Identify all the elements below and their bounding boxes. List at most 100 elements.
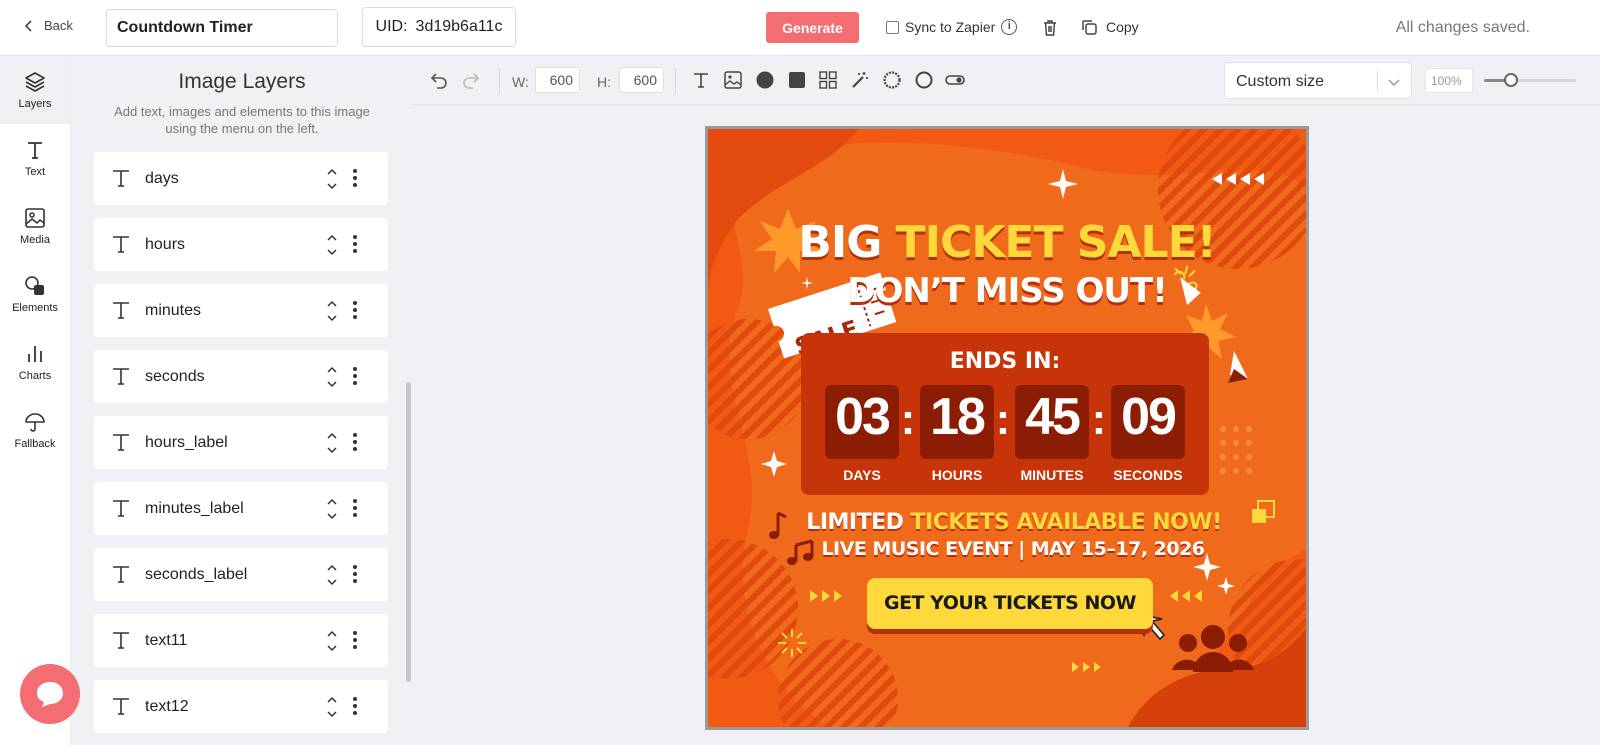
reorder-icon[interactable] (326, 628, 338, 654)
more-options-icon[interactable] (353, 300, 357, 320)
cta-button-text[interactable]: GET YOUR TICKETS NOW (867, 592, 1153, 614)
text-layer-icon (113, 170, 129, 187)
chat-button[interactable] (20, 664, 80, 724)
headline-white: BIG (798, 217, 896, 268)
panel-scrollbar[interactable] (406, 382, 411, 682)
more-options-icon[interactable] (353, 366, 357, 386)
umbrella-icon (25, 413, 45, 432)
minutes-label[interactable]: MINUTES (1007, 467, 1097, 483)
hours-value[interactable]: 18 (920, 387, 994, 447)
sync-checkbox[interactable] (886, 20, 899, 34)
add-text-icon[interactable] (691, 70, 711, 90)
text-layer-icon (113, 500, 129, 517)
zoom-slider-thumb[interactable] (1504, 73, 1518, 87)
uid-value: 3d19b6a11c (415, 18, 503, 35)
rail-label: Text (24, 166, 46, 178)
colon-separator: : (1091, 395, 1107, 444)
rail-item-fallback[interactable]: Fallback (0, 396, 70, 464)
rail-item-layers[interactable]: Layers (0, 56, 70, 124)
width-input[interactable] (535, 67, 580, 93)
undo-icon[interactable] (429, 70, 449, 90)
seconds-label[interactable]: SECONDS (1103, 467, 1193, 483)
reorder-icon[interactable] (326, 298, 338, 324)
title-input[interactable] (106, 9, 338, 47)
layer-item[interactable]: text12 (94, 680, 388, 733)
layer-name: hours_label (145, 434, 228, 451)
layer-name: text12 (145, 698, 189, 715)
reorder-icon[interactable] (326, 364, 338, 390)
layer-item[interactable]: minutes_label (94, 482, 388, 535)
size-preset-select[interactable]: Custom size (1224, 62, 1412, 99)
layer-item[interactable]: hours (94, 218, 388, 271)
more-options-icon[interactable] (353, 564, 357, 584)
height-input[interactable] (619, 67, 664, 93)
magic-wand-icon[interactable] (850, 70, 870, 90)
reorder-icon[interactable] (326, 166, 338, 192)
redo-icon[interactable] (461, 70, 481, 90)
generate-button[interactable]: Generate (766, 12, 859, 43)
more-options-icon[interactable] (353, 432, 357, 452)
trash-icon[interactable] (1040, 18, 1060, 38)
layer-item[interactable]: hours_label (94, 416, 388, 469)
toggle-icon[interactable] (945, 70, 965, 90)
image-icon (25, 208, 45, 228)
uid-display: UID: 3d19b6a11c (362, 7, 516, 47)
grid-icon[interactable] (818, 70, 838, 90)
circle-shape-icon[interactable] (755, 70, 775, 90)
info-icon[interactable]: i (1001, 19, 1018, 35)
copy-icon (1082, 20, 1097, 35)
poster-subheadline[interactable]: DON’T MISS OUT! (708, 271, 1306, 311)
rail-item-text[interactable]: Text (0, 124, 70, 192)
rail-item-elements[interactable]: Elements (0, 260, 70, 328)
event-date-text[interactable]: LIVE MUSIC EVENT | MAY 15–17, 2026 (708, 538, 1306, 560)
text-layer-icon (113, 434, 129, 451)
layer-item[interactable]: days (94, 152, 388, 205)
reorder-icon[interactable] (326, 496, 338, 522)
ends-in-label[interactable]: ENDS IN: (801, 349, 1209, 374)
chevron-left-icon (24, 19, 32, 32)
more-options-icon[interactable] (353, 630, 357, 650)
layer-item[interactable]: seconds (94, 350, 388, 403)
sync-to-zapier[interactable]: Sync to Zapier i (886, 19, 1018, 35)
more-options-icon[interactable] (353, 498, 357, 518)
days-label[interactable]: DAYS (817, 467, 907, 483)
hours-label[interactable]: HOURS (912, 467, 1002, 483)
rail-item-media[interactable]: Media (0, 192, 70, 260)
seconds-value[interactable]: 09 (1111, 387, 1185, 447)
layer-item[interactable]: text11 (94, 614, 388, 667)
copy-button[interactable]: Copy (1080, 18, 1139, 36)
copy-label: Copy (1106, 19, 1139, 35)
more-options-icon[interactable] (353, 168, 357, 188)
back-button[interactable]: Back (22, 18, 73, 33)
zoom-slider-track[interactable] (1484, 79, 1576, 82)
back-label: Back (44, 18, 73, 33)
poster-canvas[interactable]: BIG TICKET SALE! DON’T MISS OUT! SALE EN… (705, 126, 1309, 730)
zoom-level[interactable]: 100% (1425, 68, 1473, 93)
top-bar: Back UID: 3d19b6a11c Generate Sync to Za… (0, 0, 1600, 56)
toolbar-divider (675, 68, 676, 94)
more-options-icon[interactable] (353, 696, 357, 716)
square-shape-icon[interactable] (787, 70, 807, 90)
layer-item[interactable]: minutes (94, 284, 388, 337)
layer-item[interactable]: seconds_label (94, 548, 388, 601)
reorder-icon[interactable] (326, 694, 338, 720)
poster-headline[interactable]: BIG TICKET SALE! (708, 217, 1306, 268)
rail-label: Charts (18, 370, 52, 382)
limited-tickets-text[interactable]: LIMITED TICKETS AVAILABLE NOW! (708, 510, 1306, 535)
outline-circle-icon[interactable] (914, 70, 934, 90)
rail-item-charts[interactable]: Charts (0, 328, 70, 396)
add-image-icon[interactable] (723, 70, 743, 90)
layer-name: hours (145, 236, 186, 253)
text-icon (28, 142, 42, 159)
reorder-icon[interactable] (326, 232, 338, 258)
ring-icon[interactable] (882, 70, 902, 90)
text-layer-icon (113, 302, 129, 319)
minutes-value[interactable]: 45 (1015, 387, 1089, 447)
reorder-icon[interactable] (326, 430, 338, 456)
toolbar-divider (499, 68, 500, 94)
uid-label: UID: (375, 18, 408, 35)
rail-label: Layers (18, 98, 52, 110)
more-options-icon[interactable] (353, 234, 357, 254)
reorder-icon[interactable] (326, 562, 338, 588)
days-value[interactable]: 03 (825, 387, 899, 447)
